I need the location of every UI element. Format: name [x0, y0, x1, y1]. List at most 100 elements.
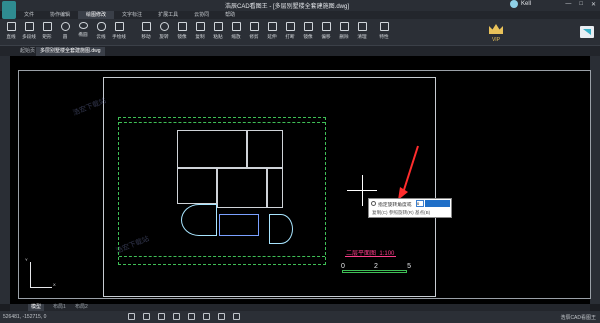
- status-bar: 526481, -152715, 0 浩辰CAD看图王: [0, 311, 600, 323]
- menu-bar: 文件 协作编辑 绘图修改 文字标注 扩展工具 云协同 帮助: [16, 11, 600, 19]
- scale-icon: [231, 22, 241, 31]
- freehand-icon: [114, 22, 124, 31]
- command-options[interactable]: 复制(C) 参照旋转(R) 基点(B): [372, 210, 430, 216]
- plan-room: [219, 214, 259, 236]
- mirror2-button[interactable]: 镜像: [299, 21, 317, 41]
- copy-button[interactable]: 复制: [191, 21, 209, 41]
- plan-room: [177, 168, 217, 204]
- scale-numbers: 0 2 5: [341, 263, 411, 270]
- purge-icon: [357, 22, 367, 31]
- angle-input[interactable]: [416, 200, 424, 207]
- menu-cloud[interactable]: 云协同: [186, 11, 217, 19]
- zoom-toggle-icon[interactable]: [233, 313, 240, 320]
- tab-model[interactable]: 模型: [28, 304, 45, 311]
- floor-plan[interactable]: [118, 117, 326, 265]
- paste-icon: [213, 22, 223, 31]
- break-button[interactable]: 打断: [281, 21, 299, 41]
- break-icon: [285, 22, 295, 31]
- trim-button[interactable]: 修剪: [245, 21, 263, 41]
- close-button[interactable]: ✕: [591, 1, 596, 8]
- extend-icon: [267, 22, 277, 31]
- line-icon: [6, 22, 16, 31]
- rotate-icon: [159, 22, 169, 31]
- freehand-button[interactable]: 手绘线: [110, 21, 128, 41]
- delete-button[interactable]: 删除: [335, 21, 353, 41]
- dimension-line: [119, 256, 325, 257]
- cloud-line-icon: [96, 22, 106, 31]
- offset-button[interactable]: 偏移: [317, 21, 335, 41]
- extend-button[interactable]: 延伸: [263, 21, 281, 41]
- rotate-button[interactable]: 旋转: [155, 21, 173, 41]
- mirror-button[interactable]: 镜像: [173, 21, 191, 41]
- coordinate-readout: 526481, -152715, 0: [3, 314, 47, 320]
- move-button[interactable]: 移动: [137, 21, 155, 41]
- circle-icon: [60, 22, 70, 31]
- command-icon: [371, 201, 376, 206]
- side-panel-icon[interactable]: [580, 26, 594, 38]
- vip-button[interactable]: VIP: [482, 20, 510, 46]
- trim-icon: [249, 22, 259, 31]
- status-toggles: [128, 313, 240, 320]
- ellipse-icon: [78, 22, 88, 29]
- mirror-icon: [177, 22, 187, 31]
- menu-file[interactable]: 文件: [16, 11, 42, 19]
- plan-room: [247, 130, 283, 168]
- delete-icon: [339, 22, 349, 31]
- grid-toggle-icon[interactable]: [143, 313, 150, 320]
- plan-room: [177, 130, 247, 168]
- scale-button[interactable]: 缩放: [227, 21, 245, 41]
- ortho-toggle-icon[interactable]: [158, 313, 165, 320]
- crown-icon: [489, 24, 503, 34]
- polyline-button[interactable]: 多段线: [20, 21, 38, 41]
- menu-collab-edit[interactable]: 协作编辑: [42, 11, 78, 19]
- scale-num: 2: [374, 263, 378, 270]
- tab-layout1[interactable]: 布局1: [50, 304, 69, 311]
- offset-icon: [321, 22, 331, 31]
- scale-num: 5: [407, 263, 411, 270]
- plan-room: [217, 168, 267, 208]
- paste-button[interactable]: 粘贴: [209, 21, 227, 41]
- menu-text-dim[interactable]: 文字标注: [114, 11, 150, 19]
- menu-help[interactable]: 帮助: [217, 11, 243, 19]
- minimize-button[interactable]: —: [565, 1, 571, 8]
- tab-layout2[interactable]: 布局2: [72, 304, 91, 311]
- menu-ext-tools[interactable]: 扩展工具: [150, 11, 186, 19]
- rectangle-icon: [42, 22, 52, 31]
- snap-toggle-icon[interactable]: [128, 313, 135, 320]
- polyline-icon: [24, 22, 34, 31]
- app-logo-icon: [2, 1, 16, 19]
- avatar[interactable]: [510, 0, 518, 8]
- ribbon-toolbar: 直线 多段线 矩形 圆 椭圆 云线 手绘线 移动 旋转 镜像 复制 粘贴 缩放 …: [0, 19, 600, 63]
- tab-drawing-file[interactable]: 多层别墅楼全套建施图.dwg: [36, 47, 105, 56]
- circle-button[interactable]: 圆: [56, 21, 74, 41]
- lineweight-toggle-icon[interactable]: [218, 313, 225, 320]
- mirror2-icon: [303, 22, 313, 31]
- plan-room: [267, 168, 283, 208]
- move-icon: [141, 22, 151, 31]
- otrack-toggle-icon[interactable]: [203, 313, 210, 320]
- line-button[interactable]: 直线: [2, 21, 20, 41]
- user-account[interactable]: Kell: [510, 0, 531, 8]
- scale-num: 0: [341, 263, 345, 270]
- title-bar: 浩辰CAD看图王 - [多层别墅楼全套建施图.dwg] Kell — □ ✕: [0, 0, 600, 19]
- copy-icon: [195, 22, 205, 31]
- properties-button[interactable]: 特性: [375, 21, 393, 41]
- command-prompt-popup[interactable]: 指定旋转角度或 复制(C) 参照旋转(R) 基点(B): [368, 198, 452, 218]
- user-name[interactable]: Kell: [521, 1, 531, 7]
- cloud-line-button[interactable]: 云线: [92, 21, 110, 41]
- dimension-line: [119, 122, 325, 123]
- properties-icon: [379, 22, 389, 31]
- input-highlight: [425, 200, 450, 207]
- window-controls: — □ ✕: [565, 1, 596, 8]
- maximize-button[interactable]: □: [579, 1, 583, 8]
- scale-bar: [342, 270, 407, 273]
- window-title: 浩辰CAD看图王 - [多层别墅楼全套建施图.dwg]: [225, 4, 350, 10]
- status-app-name: 浩辰CAD看图王: [560, 315, 596, 321]
- prompt-text: 指定旋转角度或: [378, 203, 412, 208]
- menu-draw-modify[interactable]: 绘图修改: [78, 11, 115, 19]
- ellipse-button[interactable]: 椭圆: [74, 21, 92, 41]
- osnap-toggle-icon[interactable]: [188, 313, 195, 320]
- polar-toggle-icon[interactable]: [173, 313, 180, 320]
- purge-button[interactable]: 清理: [353, 21, 371, 41]
- rectangle-button[interactable]: 矩形: [38, 21, 56, 41]
